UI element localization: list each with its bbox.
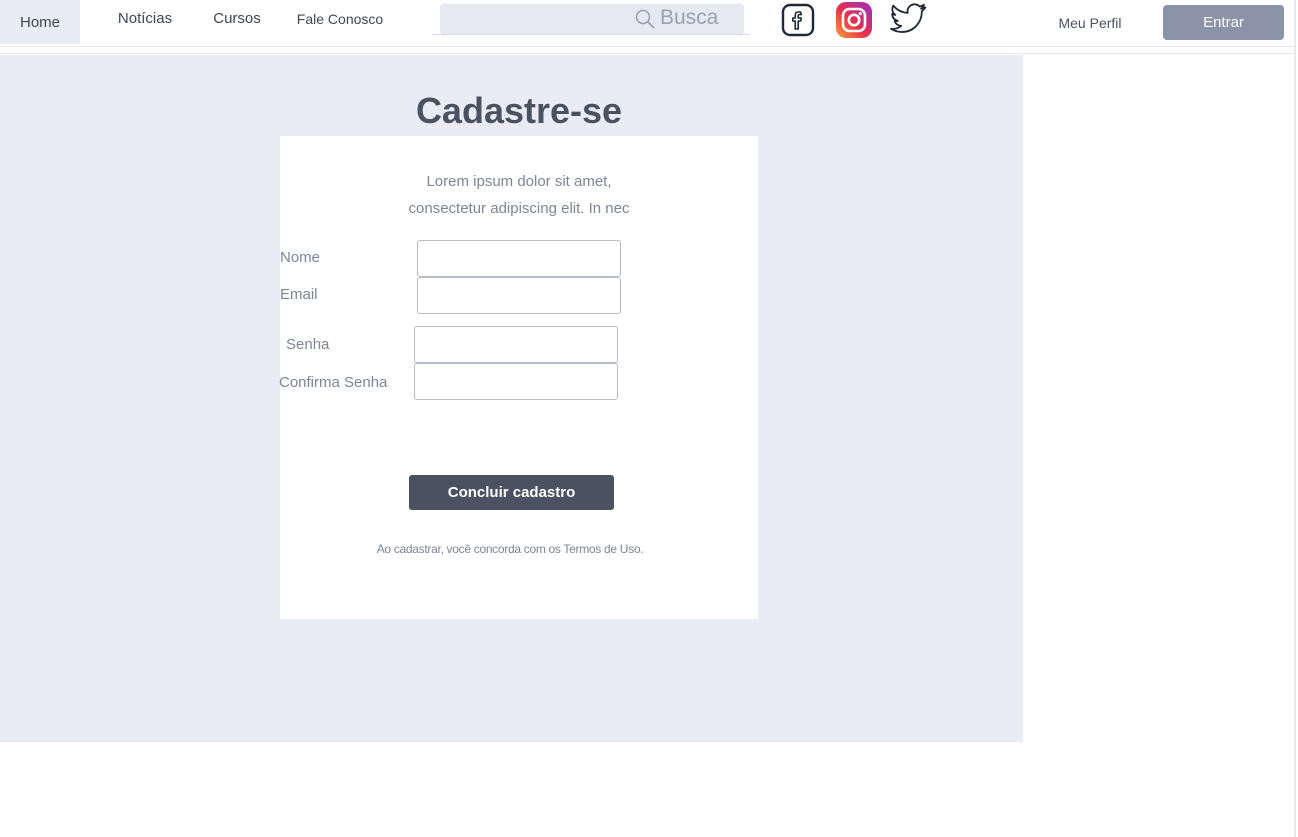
- login-button[interactable]: Entrar: [1163, 5, 1284, 40]
- search-placeholder[interactable]: Busca: [660, 4, 718, 32]
- twitter-icon[interactable]: [889, 0, 929, 40]
- search-icon[interactable]: [634, 8, 656, 30]
- page-title: Cadastre-se: [415, 90, 623, 131]
- name-label: Nome: [280, 249, 321, 266]
- nav-noticias[interactable]: Notícias: [110, 0, 180, 36]
- nav-fale-conosco[interactable]: Fale Conosco: [290, 0, 390, 38]
- nav-home[interactable]: Home: [0, 0, 80, 44]
- nav-cursos[interactable]: Cursos: [207, 0, 267, 36]
- name-input[interactable]: [417, 240, 621, 277]
- top-navigation-bar: Home Notícias Cursos Fale Conosco Busca: [0, 0, 1294, 47]
- search-underline: [432, 34, 750, 35]
- confirm-password-input[interactable]: [414, 363, 618, 400]
- intro-text: Lorem ipsum dolor sit amet, consectetur …: [280, 168, 758, 222]
- facebook-icon[interactable]: [778, 0, 818, 40]
- intro-line-1: Lorem ipsum dolor sit amet,: [426, 173, 612, 190]
- instagram-icon[interactable]: [834, 0, 874, 40]
- header-divider: [0, 53, 1294, 54]
- window-edge: [1294, 0, 1296, 837]
- intro-line-2: consectetur adipiscing elit. In nec: [408, 200, 630, 217]
- email-input[interactable]: [417, 277, 621, 314]
- email-label: Email: [280, 286, 318, 303]
- page: Home Notícias Cursos Fale Conosco Busca: [0, 0, 1298, 837]
- password-label: Senha: [286, 336, 330, 353]
- password-input[interactable]: [414, 326, 618, 363]
- submit-signup-button[interactable]: Concluir cadastro: [409, 475, 614, 510]
- confirm-password-label: Confirma Senha: [279, 374, 388, 391]
- terms-notice: Ao cadastrar, você concorda com os Termo…: [376, 542, 644, 556]
- profile-link[interactable]: Meu Perfil: [1050, 6, 1130, 40]
